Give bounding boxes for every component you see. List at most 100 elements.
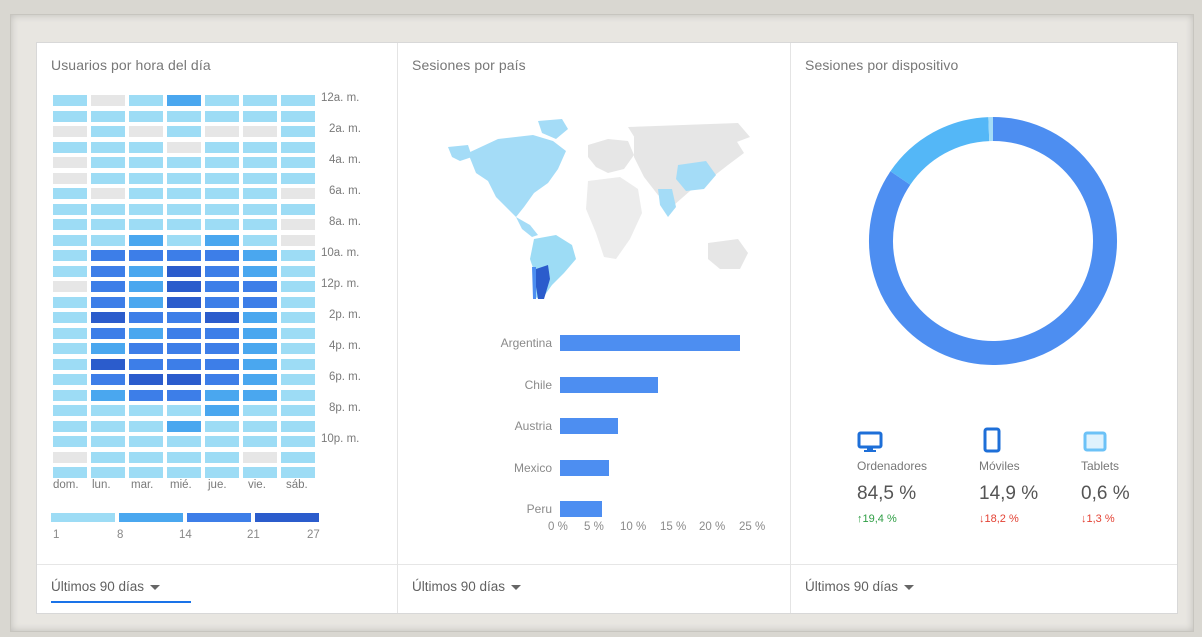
heatmap-cell[interactable]: [129, 234, 163, 246]
heatmap-cell[interactable]: [91, 451, 125, 463]
heatmap-cell[interactable]: [53, 250, 87, 261]
heatmap-cell[interactable]: [243, 126, 277, 137]
heatmap-cell[interactable]: [129, 451, 163, 463]
heatmap-cell[interactable]: [205, 420, 239, 432]
date-range-selector[interactable]: Últimos 90 días: [51, 579, 161, 594]
heatmap-cell[interactable]: [91, 172, 125, 184]
heatmap-cell[interactable]: [91, 467, 125, 478]
world-map[interactable]: [438, 117, 758, 301]
heatmap-cell[interactable]: [53, 374, 87, 385]
heatmap-cell[interactable]: [53, 451, 87, 463]
heatmap-cell[interactable]: [129, 188, 163, 199]
heatmap-cell[interactable]: [129, 110, 163, 122]
heatmap-cell[interactable]: [205, 312, 239, 323]
heatmap-cell[interactable]: [129, 265, 163, 277]
heatmap-cell[interactable]: [243, 327, 277, 339]
heatmap-cell[interactable]: [281, 188, 315, 199]
heatmap-cell[interactable]: [243, 436, 277, 447]
heatmap-cell[interactable]: [91, 312, 125, 323]
heatmap-cell[interactable]: [91, 234, 125, 246]
heatmap-cell[interactable]: [53, 405, 87, 416]
heatmap-cell[interactable]: [91, 436, 125, 447]
heatmap-cell[interactable]: [129, 389, 163, 401]
heatmap-cell[interactable]: [205, 188, 239, 199]
heatmap-cell[interactable]: [129, 420, 163, 432]
heatmap-cell[interactable]: [167, 141, 201, 153]
heatmap-cell[interactable]: [243, 250, 277, 261]
heatmap-cell[interactable]: [243, 157, 277, 168]
heatmap-cell[interactable]: [205, 389, 239, 401]
heatmap-cell[interactable]: [281, 265, 315, 277]
heatmap-cell[interactable]: [281, 343, 315, 354]
heatmap-cell[interactable]: [53, 358, 87, 370]
heatmap-cell[interactable]: [243, 234, 277, 246]
heatmap-cell[interactable]: [91, 389, 125, 401]
heatmap-cell[interactable]: [167, 296, 201, 308]
heatmap-cell[interactable]: [53, 203, 87, 215]
heatmap-cell[interactable]: [205, 95, 239, 106]
heatmap-cell[interactable]: [91, 343, 125, 354]
heatmap-cell[interactable]: [53, 467, 87, 478]
heatmap-cell[interactable]: [205, 250, 239, 261]
heatmap-cell[interactable]: [167, 343, 201, 354]
date-range-selector[interactable]: Últimos 90 días: [412, 579, 522, 594]
heatmap-cell[interactable]: [129, 312, 163, 323]
heatmap-cell[interactable]: [205, 436, 239, 447]
heatmap-cell[interactable]: [129, 250, 163, 261]
heatmap-cell[interactable]: [167, 219, 201, 230]
heatmap-cell[interactable]: [129, 405, 163, 416]
heatmap-cell[interactable]: [243, 312, 277, 323]
heatmap-cell[interactable]: [91, 265, 125, 277]
donut-slice-móviles[interactable]: [890, 117, 990, 186]
heatmap-cell[interactable]: [167, 327, 201, 339]
heatmap-cell[interactable]: [91, 110, 125, 122]
heatmap-cell[interactable]: [129, 172, 163, 184]
heatmap-cell[interactable]: [91, 374, 125, 385]
heatmap-cell[interactable]: [281, 358, 315, 370]
heatmap-cell[interactable]: [167, 436, 201, 447]
heatmap-cell[interactable]: [243, 467, 277, 478]
heatmap-cell[interactable]: [205, 265, 239, 277]
heatmap-cell[interactable]: [91, 358, 125, 370]
heatmap-cell[interactable]: [281, 172, 315, 184]
heatmap-cell[interactable]: [281, 327, 315, 339]
heatmap-cell[interactable]: [205, 126, 239, 137]
heatmap-cell[interactable]: [205, 203, 239, 215]
heatmap-cell[interactable]: [281, 296, 315, 308]
country-bar[interactable]: [560, 335, 740, 351]
heatmap-cell[interactable]: [281, 110, 315, 122]
heatmap-cell[interactable]: [243, 358, 277, 370]
country-bar[interactable]: [560, 459, 609, 476]
heatmap-cell[interactable]: [129, 157, 163, 168]
heatmap-cell[interactable]: [205, 374, 239, 385]
date-range-selector[interactable]: Últimos 90 días: [805, 579, 915, 594]
heatmap-cell[interactable]: [243, 188, 277, 199]
heatmap-cell[interactable]: [53, 219, 87, 230]
heatmap-cell[interactable]: [53, 126, 87, 137]
heatmap-cell[interactable]: [243, 296, 277, 308]
heatmap-cell[interactable]: [167, 203, 201, 215]
heatmap-cell[interactable]: [91, 250, 125, 261]
heatmap-cell[interactable]: [53, 110, 87, 122]
heatmap-cell[interactable]: [91, 405, 125, 416]
heatmap-cell[interactable]: [205, 141, 239, 153]
heatmap-cell[interactable]: [91, 281, 125, 292]
heatmap-cell[interactable]: [91, 420, 125, 432]
heatmap-cell[interactable]: [281, 219, 315, 230]
heatmap-cell[interactable]: [205, 157, 239, 168]
heatmap-cell[interactable]: [243, 265, 277, 277]
heatmap-cell[interactable]: [167, 110, 201, 122]
heatmap-cell[interactable]: [243, 172, 277, 184]
heatmap-cell[interactable]: [243, 281, 277, 292]
heatmap-cell[interactable]: [281, 420, 315, 432]
country-bar[interactable]: [560, 418, 619, 434]
heatmap-cell[interactable]: [243, 405, 277, 416]
heatmap-cell[interactable]: [167, 312, 201, 323]
heatmap-cell[interactable]: [243, 343, 277, 354]
heatmap-cell[interactable]: [129, 296, 163, 308]
heatmap-cell[interactable]: [129, 281, 163, 292]
heatmap-cell[interactable]: [91, 327, 125, 339]
heatmap-cell[interactable]: [243, 141, 277, 153]
heatmap-cell[interactable]: [281, 234, 315, 246]
heatmap-cell[interactable]: [243, 219, 277, 230]
